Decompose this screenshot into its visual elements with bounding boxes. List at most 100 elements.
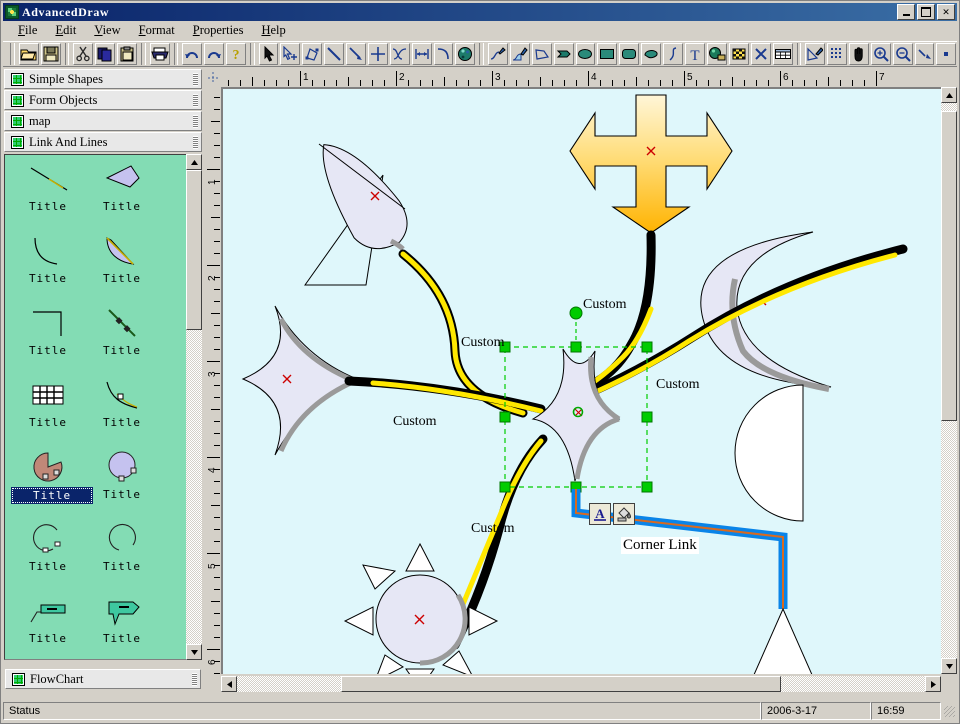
partial-shape-icon-2 (85, 653, 159, 659)
connector-label-custom-1[interactable]: Custom (461, 335, 505, 351)
pen-icon[interactable] (488, 43, 508, 65)
sidebar-category-flowchart[interactable]: FlowChart (5, 669, 201, 689)
polygon-select-icon[interactable] (302, 43, 323, 65)
canvas-hscroll-thumb[interactable] (341, 676, 781, 692)
palette-item[interactable]: Title (11, 375, 85, 430)
palette-item[interactable]: Title (85, 231, 159, 286)
palette-item[interactable]: Title (85, 591, 159, 646)
line-icon[interactable] (324, 43, 345, 65)
palette-scroll-up-button[interactable] (186, 154, 202, 170)
connector-label-custom-3[interactable]: Custom (656, 377, 700, 393)
palette-icon[interactable] (455, 43, 476, 65)
menu-help[interactable]: Help (252, 22, 294, 39)
arrow-line-icon[interactable] (346, 43, 366, 65)
canvas-scroll-right-button[interactable] (925, 676, 941, 692)
resize-grip[interactable] (941, 703, 957, 719)
category-grid-icon (11, 93, 24, 107)
palette-item[interactable]: Title (85, 519, 159, 574)
palette-item[interactable]: Title (85, 159, 159, 214)
menu-file[interactable]: File (9, 22, 46, 39)
texture-icon[interactable] (728, 43, 749, 65)
canvas-scroll-down-button[interactable] (941, 658, 957, 674)
zoom-in-icon[interactable] (870, 43, 891, 65)
close-button[interactable]: ✕ (937, 4, 955, 20)
five-point-star-selected (531, 348, 621, 482)
arc-icon[interactable] (433, 43, 454, 65)
connector-label-custom-2[interactable]: Custom (583, 297, 627, 313)
crosshair-icon[interactable] (367, 43, 388, 65)
redo-icon[interactable] (204, 43, 224, 65)
palette-item-selected[interactable]: Title (11, 447, 94, 504)
bezier-icon[interactable] (663, 43, 683, 65)
rounded-rectangle-icon[interactable] (619, 43, 640, 65)
canvas-vscroll-thumb[interactable] (941, 111, 957, 421)
cut-icon[interactable] (73, 43, 94, 65)
sidebar-category-map[interactable]: map (4, 111, 202, 131)
pan-hand-icon[interactable] (848, 43, 869, 65)
text-icon[interactable]: T (684, 43, 705, 65)
brush-icon[interactable] (509, 43, 530, 65)
curve-icon[interactable] (389, 43, 410, 65)
menu-format[interactable]: Format (130, 22, 184, 39)
menu-properties[interactable]: Properties (184, 22, 253, 39)
menu-edit[interactable]: Edit (46, 22, 85, 39)
palette-item-label: Title (28, 200, 68, 213)
open-icon[interactable] (18, 43, 39, 65)
canvas-scroll-left-button[interactable] (221, 676, 237, 692)
connector-label-custom-5[interactable]: Custom (471, 521, 515, 537)
save-icon[interactable] (40, 43, 61, 65)
palette-item[interactable]: Title (85, 303, 159, 358)
polyline-shape-icon[interactable] (531, 43, 552, 65)
palette-scrollbar[interactable] (186, 154, 202, 660)
vertical-ruler[interactable]: 123456 (205, 87, 222, 674)
palette-item[interactable] (11, 653, 85, 659)
canvas-scroll-up-button[interactable] (941, 87, 957, 103)
delete-icon[interactable] (750, 43, 771, 65)
pen-edit-icon[interactable] (805, 43, 826, 65)
print-icon[interactable] (149, 43, 170, 65)
undo-icon[interactable] (182, 43, 203, 65)
arrow-shape-icon[interactable] (553, 43, 574, 65)
palette-item[interactable]: Title (85, 447, 159, 502)
paste-icon[interactable] (117, 43, 137, 65)
maximize-button[interactable] (917, 4, 935, 20)
menu-view[interactable]: View (85, 22, 129, 39)
sidebar-category-form-objects[interactable]: Form Objects (4, 90, 202, 110)
pointer-add-icon[interactable] (280, 43, 301, 65)
freeform-icon[interactable] (641, 43, 661, 65)
sidebar-category-simple-shapes[interactable]: Simple Shapes (4, 69, 202, 89)
ruler-corner[interactable] (205, 69, 221, 87)
palette-item[interactable]: Title (85, 375, 159, 430)
open-circle-left-icon (11, 519, 85, 559)
fill-bucket-icon[interactable] (613, 503, 635, 525)
help-icon[interactable]: ? (226, 43, 246, 65)
table-icon[interactable] (772, 43, 793, 65)
connector-label-corner-link[interactable]: Corner Link (621, 537, 699, 554)
connector-label-custom-4[interactable]: Custom (393, 414, 437, 430)
palette-scroll-down-button[interactable] (186, 644, 202, 660)
palette-item[interactable]: Title (11, 303, 85, 358)
palette-item[interactable]: Title (11, 519, 85, 574)
pointer-icon[interactable] (258, 43, 279, 65)
palette-item[interactable]: Title (11, 231, 85, 286)
dimension-icon[interactable] (411, 43, 432, 65)
minimize-button[interactable] (897, 4, 915, 20)
palette-item[interactable]: Title (11, 591, 85, 646)
connector-icon[interactable] (914, 43, 935, 65)
grid-icon[interactable] (827, 43, 847, 65)
sidebar-category-link-and-lines[interactable]: Link And Lines (4, 132, 202, 152)
horizontal-ruler[interactable]: 1 2 3 4 5 6 7 (221, 69, 941, 88)
ellipse-icon[interactable] (575, 43, 596, 65)
rectangle-icon[interactable] (597, 43, 618, 65)
dot-icon[interactable] (936, 43, 957, 65)
copy-icon[interactable] (95, 43, 115, 65)
fill-color-icon[interactable] (706, 43, 727, 65)
palette-item[interactable]: Title (11, 159, 85, 214)
zoom-out-icon[interactable] (892, 43, 913, 65)
palette-item[interactable] (85, 653, 159, 659)
canvas-vertical-scrollbar[interactable] (941, 87, 957, 674)
canvas-horizontal-scrollbar[interactable] (221, 676, 941, 692)
palette-scroll-thumb[interactable] (186, 170, 202, 330)
drawing-canvas[interactable]: Custom Custom Custom Custom Custom Corne… (222, 88, 941, 674)
text-format-icon[interactable]: A (589, 503, 611, 525)
